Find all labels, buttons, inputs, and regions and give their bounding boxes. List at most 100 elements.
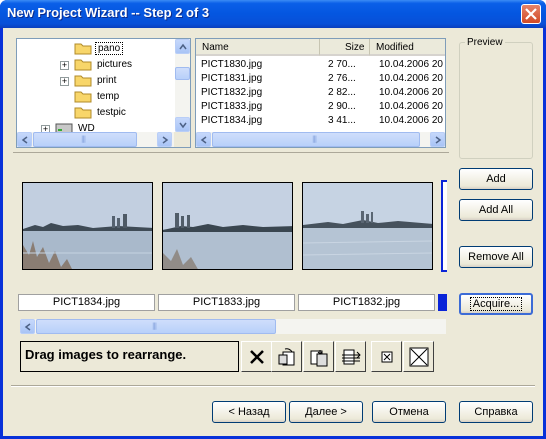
folder-icon xyxy=(74,107,92,119)
tree-item-pano[interactable]: pano xyxy=(17,41,177,57)
tree-item-label: testpic xyxy=(97,107,126,118)
add-button[interactable]: Add xyxy=(459,168,533,190)
column-header-name[interactable]: Name xyxy=(196,39,320,56)
scroll-thumb[interactable]: ||| xyxy=(212,132,420,147)
tree-item-temp[interactable]: temp xyxy=(17,89,177,105)
tree-horizontal-scrollbar[interactable]: ||| xyxy=(17,132,190,147)
scroll-down-button[interactable] xyxy=(175,117,190,132)
folder-tree[interactable]: pano + pictures + print temp testpic + W… xyxy=(16,38,191,148)
fit-button[interactable] xyxy=(371,341,402,372)
file-modified: 10.04.2006 20 xyxy=(379,87,443,98)
lake-photo xyxy=(303,183,432,269)
fullscreen-button[interactable] xyxy=(403,341,434,372)
file-name: PICT1830.jpg xyxy=(201,59,263,70)
file-size: 2 70... xyxy=(328,59,356,70)
file-modified: 10.04.2006 20 xyxy=(379,73,443,84)
column-header-size[interactable]: Size xyxy=(320,39,370,56)
chevron-left-icon xyxy=(21,136,28,144)
scroll-left-button[interactable] xyxy=(20,319,35,334)
file-modified: 10.04.2006 20 xyxy=(379,101,443,112)
scroll-thumb[interactable]: ||| xyxy=(33,132,137,147)
preview-group xyxy=(459,42,533,159)
close-button[interactable] xyxy=(521,4,541,24)
file-list-horizontal-scrollbar[interactable]: ||| xyxy=(196,132,445,147)
next-button[interactable]: Далее > xyxy=(289,401,363,423)
tree-item-label: print xyxy=(97,75,117,86)
expand-icon[interactable]: + xyxy=(60,77,69,86)
thumbnail-image[interactable] xyxy=(22,182,153,270)
dialog-body: pano + pictures + print temp testpic + W… xyxy=(3,28,543,436)
file-size: 2 90... xyxy=(328,101,356,112)
thumbnail-image[interactable] xyxy=(162,182,293,270)
rotate-left-icon xyxy=(278,348,295,366)
scroll-up-button[interactable] xyxy=(175,39,190,54)
folder-icon xyxy=(74,59,92,71)
rotate-left-button[interactable] xyxy=(271,341,302,372)
tree-vertical-scrollbar[interactable] xyxy=(175,39,190,132)
scroll-left-button[interactable] xyxy=(196,132,211,147)
thumbnail-image[interactable] xyxy=(302,182,433,270)
file-name: PICT1834.jpg xyxy=(201,115,263,126)
scroll-thumb[interactable]: ||| xyxy=(36,319,276,334)
folder-icon xyxy=(74,43,92,55)
grip-icon: ||| xyxy=(312,135,317,143)
folder-icon xyxy=(74,91,92,103)
tree-item-print[interactable]: + print xyxy=(17,73,177,89)
tree-item-testpic[interactable]: testpic xyxy=(17,105,177,121)
title-bar[interactable]: New Project Wizard -- Step 2 of 3 xyxy=(0,0,546,28)
add-all-button[interactable]: Add All xyxy=(459,199,533,221)
chevron-right-icon xyxy=(435,136,442,144)
chevron-right-icon xyxy=(162,136,169,144)
filmstrip[interactable]: PICT1834.jpg PICT1833.jpg PICT1832.jpg xyxy=(17,176,447,320)
next-thumbnail-partial[interactable] xyxy=(441,180,447,272)
footer-divider xyxy=(11,385,535,387)
scroll-corner xyxy=(174,132,190,147)
scroll-thumb[interactable] xyxy=(175,67,190,80)
delete-icon xyxy=(250,350,264,364)
filmstrip-scrollbar[interactable]: ||| xyxy=(20,319,446,334)
fit-icon xyxy=(381,351,393,363)
tree-item-label: temp xyxy=(97,91,120,102)
file-modified: 10.04.2006 20 xyxy=(379,115,443,126)
file-name: PICT1832.jpg xyxy=(201,87,263,98)
delete-button[interactable] xyxy=(241,341,272,372)
thumbnail-caption: PICT1833.jpg xyxy=(158,294,295,311)
folder-icon xyxy=(74,75,92,87)
file-list[interactable]: Name Size Modified PICT1830.jpg 2 70... … xyxy=(195,38,446,148)
grip-icon: ||| xyxy=(152,322,157,330)
flip-button[interactable] xyxy=(335,341,366,372)
caption-selected-partial xyxy=(438,294,447,311)
acquire-button[interactable]: Acquire... xyxy=(459,293,533,315)
back-button[interactable]: < Назад xyxy=(212,401,286,423)
tree-item-pictures[interactable]: + pictures xyxy=(17,57,177,73)
file-name: PICT1833.jpg xyxy=(201,101,263,112)
cancel-button[interactable]: Отмена xyxy=(372,401,446,423)
fullscreen-icon xyxy=(409,347,429,367)
file-name: PICT1831.jpg xyxy=(201,73,263,84)
column-header-modified[interactable]: Modified xyxy=(370,39,445,56)
file-modified: 10.04.2006 20 xyxy=(379,59,443,70)
chevron-up-icon xyxy=(179,43,187,50)
grip-icon: ||| xyxy=(81,135,86,143)
scroll-right-button[interactable] xyxy=(157,132,172,147)
wizard-window: New Project Wizard -- Step 2 of 3 pano +… xyxy=(0,0,546,439)
chevron-left-icon xyxy=(24,323,31,331)
file-size: 2 76... xyxy=(328,73,356,84)
flip-icon xyxy=(342,349,361,365)
file-size: 3 41... xyxy=(328,115,356,126)
expand-icon[interactable]: + xyxy=(60,61,69,70)
scroll-right-button[interactable] xyxy=(430,132,445,147)
file-size: 2 82... xyxy=(328,87,356,98)
help-button[interactable]: Справка xyxy=(459,401,533,423)
scroll-left-button[interactable] xyxy=(17,132,32,147)
thumbnail-caption: PICT1834.jpg xyxy=(18,294,155,311)
window-title: New Project Wizard -- Step 2 of 3 xyxy=(7,5,210,20)
lake-photo xyxy=(23,183,152,269)
preview-label: Preview xyxy=(465,37,505,48)
remove-all-button[interactable]: Remove All xyxy=(459,246,533,268)
thumbnail-caption: PICT1832.jpg xyxy=(298,294,435,311)
rotate-right-icon xyxy=(310,350,328,367)
tree-item-label: pano xyxy=(95,42,124,55)
status-message: Drag images to rearrange. xyxy=(20,341,239,372)
rotate-right-button[interactable] xyxy=(303,341,334,372)
